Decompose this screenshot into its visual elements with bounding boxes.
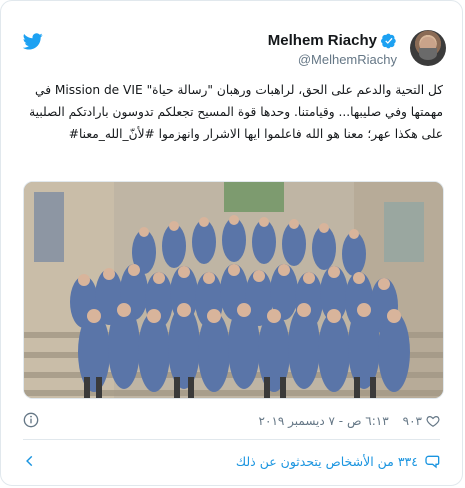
tweet-footer: ٣٣٤ من الأشخاص يتحدثون عن ذلك: [23, 450, 440, 472]
chevron-left-icon[interactable]: [23, 454, 37, 468]
info-icon[interactable]: [23, 412, 39, 428]
tweet-text: كل التحية والدعم على الحق، لراهبات ورهبا…: [29, 83, 443, 141]
author-display-name[interactable]: Melhem Riachy: [268, 32, 377, 49]
like-action[interactable]: ٩٠٣: [403, 414, 440, 428]
speech-bubble-icon: [425, 455, 440, 469]
author-name-row[interactable]: Melhem Riachy: [268, 32, 397, 49]
like-count: ٩٠٣: [402, 414, 422, 428]
verified-badge-icon: [381, 33, 396, 48]
conversation-label[interactable]: ٣٣٤ من الأشخاص يتحدثون عن ذلك: [236, 454, 418, 469]
tweet-meta: ٩٠٣ ٦:١٣ ص - ٧ ديسمبر ٢٠١٩: [23, 412, 440, 430]
group-photo-illustration: [24, 182, 443, 398]
author-handle[interactable]: @MelhemRiachy: [298, 52, 397, 67]
tweet-photo[interactable]: [23, 181, 444, 399]
tweet-card: Melhem Riachy @MelhemRiachy كل التحية وا…: [0, 0, 463, 486]
heart-icon[interactable]: [426, 414, 440, 428]
conversation-link[interactable]: ٣٣٤ من الأشخاص يتحدثون عن ذلك: [236, 453, 440, 469]
avatar[interactable]: [410, 30, 446, 66]
divider: [23, 439, 440, 440]
tweet-timestamp[interactable]: ٦:١٣ ص - ٧ ديسمبر ٢٠١٩: [259, 414, 389, 428]
twitter-bird-icon[interactable]: [23, 33, 43, 50]
avatar-beard: [419, 48, 437, 60]
